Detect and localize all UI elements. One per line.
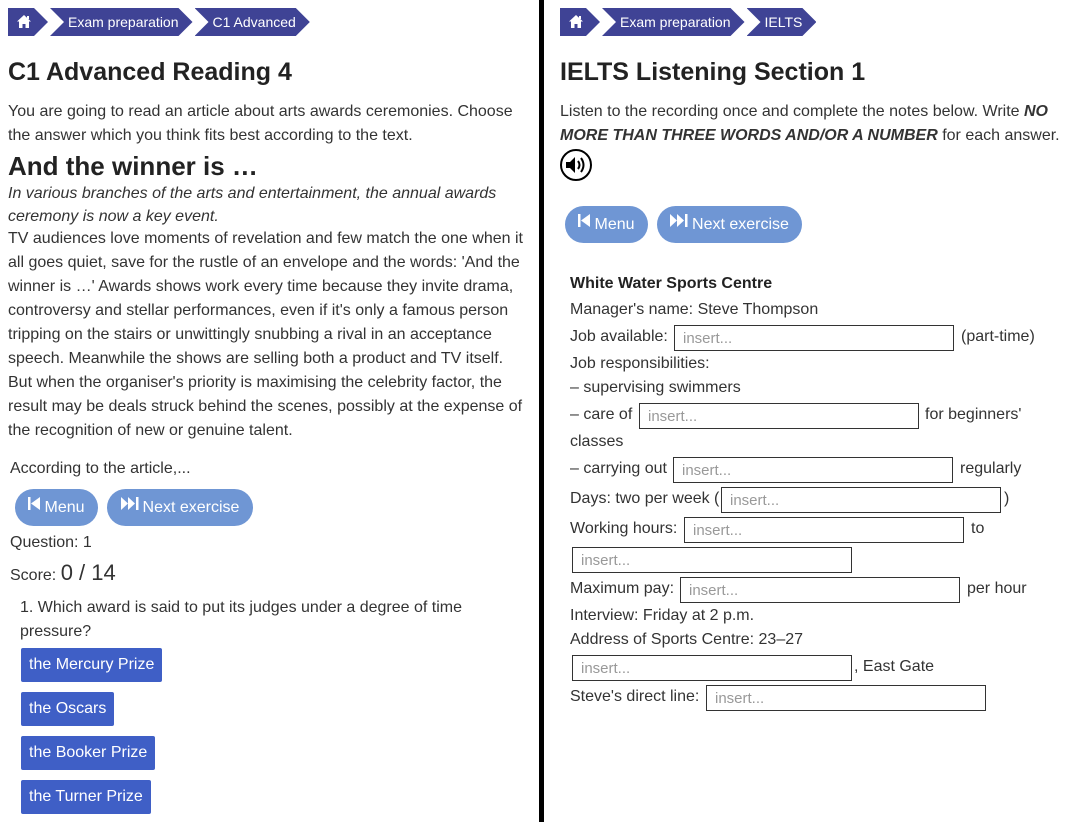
answer-option[interactable]: the Oscars <box>21 692 115 726</box>
breadcrumb: Exam preparation IELTS <box>560 8 818 36</box>
breadcrumb-exam-preparation[interactable]: Exam preparation <box>50 8 193 36</box>
answer-option[interactable]: the Booker Prize <box>21 736 156 770</box>
score-value: 0 / 14 <box>60 560 116 585</box>
to-label: to <box>971 520 985 537</box>
score: Score: 0 / 14 <box>10 560 116 586</box>
skip-forward-icon <box>120 487 139 524</box>
article-standfirst: In various branches of the arts and ente… <box>8 185 497 225</box>
days-input[interactable] <box>721 487 1001 513</box>
classes-label: classes <box>570 433 624 450</box>
home-icon <box>568 14 584 29</box>
carrying-out-input[interactable] <box>673 457 953 483</box>
reading-panel: Exam preparation C1 Advanced C1 Advanced… <box>0 0 538 822</box>
skip-back-icon <box>578 204 591 241</box>
answer-option[interactable]: the Mercury Prize <box>21 648 163 682</box>
instructions: You are going to read an article about a… <box>8 103 513 144</box>
days-label: Days: two per week ( <box>570 490 720 507</box>
working-hours-from-input[interactable] <box>684 517 964 543</box>
working-hours-to-input[interactable] <box>572 547 852 573</box>
direct-line-label: Steve's direct line: <box>570 688 700 705</box>
next-exercise-button[interactable]: Next exercise <box>107 489 253 526</box>
breadcrumb-home[interactable] <box>560 8 600 36</box>
regularly-label: regularly <box>960 460 1022 477</box>
address-input[interactable] <box>572 655 852 681</box>
next-exercise-button[interactable]: Next exercise <box>657 206 802 243</box>
menu-button-label: Menu <box>44 499 85 516</box>
days-close-paren: ) <box>1004 490 1010 507</box>
skip-back-icon <box>28 487 41 524</box>
listening-panel: Exam preparation IELTS IELTS Listening S… <box>548 0 1065 822</box>
score-label: Score: <box>10 567 57 584</box>
breadcrumb-c1-advanced[interactable]: C1 Advanced <box>195 8 310 36</box>
article-title: And the winner is … <box>8 151 258 181</box>
article-body: TV audiences love moments of revelation … <box>8 230 523 439</box>
answer-option[interactable]: the Turner Prize <box>21 780 151 814</box>
for-beginners-label: for beginners' <box>925 406 1022 423</box>
address-label: Address of Sports Centre: 23–27 <box>570 631 804 648</box>
interview-info: Interview: Friday at 2 p.m. <box>570 607 755 624</box>
breadcrumb-ielts[interactable]: IELTS <box>747 8 817 36</box>
care-of-input[interactable] <box>639 403 919 429</box>
notes-title: White Water Sports Centre <box>570 275 773 292</box>
instructions-text: Listen to the recording once and complet… <box>560 103 1024 120</box>
menu-button-label: Menu <box>594 216 635 233</box>
job-available-input[interactable] <box>674 325 954 351</box>
speaker-icon <box>566 157 585 173</box>
breadcrumb-home[interactable] <box>8 8 48 36</box>
max-pay-input[interactable] <box>680 577 960 603</box>
menu-button[interactable]: Menu <box>565 206 648 243</box>
east-gate-label: , East Gate <box>854 658 935 675</box>
breadcrumb: Exam preparation C1 Advanced <box>8 8 312 36</box>
next-exercise-label: Next exercise <box>142 499 240 516</box>
question-stem: According to the article,... <box>10 460 191 477</box>
home-icon <box>16 14 32 29</box>
question-counter: Question: 1 <box>10 534 92 551</box>
responsibilities-label: Job responsibilities: <box>570 355 710 372</box>
per-hour-label: per hour <box>967 580 1027 597</box>
part-time-label: (part-time) <box>961 328 1035 345</box>
skip-forward-icon <box>670 204 688 241</box>
page-title: IELTS Listening Section 1 <box>560 58 866 86</box>
menu-button[interactable]: Menu <box>15 489 98 526</box>
manager-name: Manager's name: Steve Thompson <box>570 301 819 318</box>
audio-play-button[interactable] <box>560 149 592 181</box>
max-pay-label: Maximum pay: <box>570 580 675 597</box>
next-exercise-label: Next exercise <box>692 216 789 233</box>
instructions: Listen to the recording once and complet… <box>560 100 1065 148</box>
carrying-out-label: – carrying out <box>570 460 667 477</box>
panel-divider <box>539 0 544 822</box>
job-available-label: Job available: <box>570 328 668 345</box>
direct-line-input[interactable] <box>706 685 986 711</box>
question-text: 1. Which award is said to put its judges… <box>20 599 463 640</box>
supervising-item: – supervising swimmers <box>570 379 741 396</box>
working-hours-label: Working hours: <box>570 520 678 537</box>
page-title: C1 Advanced Reading 4 <box>8 58 292 86</box>
care-of-label: – care of <box>570 406 633 423</box>
breadcrumb-exam-preparation[interactable]: Exam preparation <box>602 8 745 36</box>
instructions-suffix: for each answer. <box>937 127 1060 144</box>
